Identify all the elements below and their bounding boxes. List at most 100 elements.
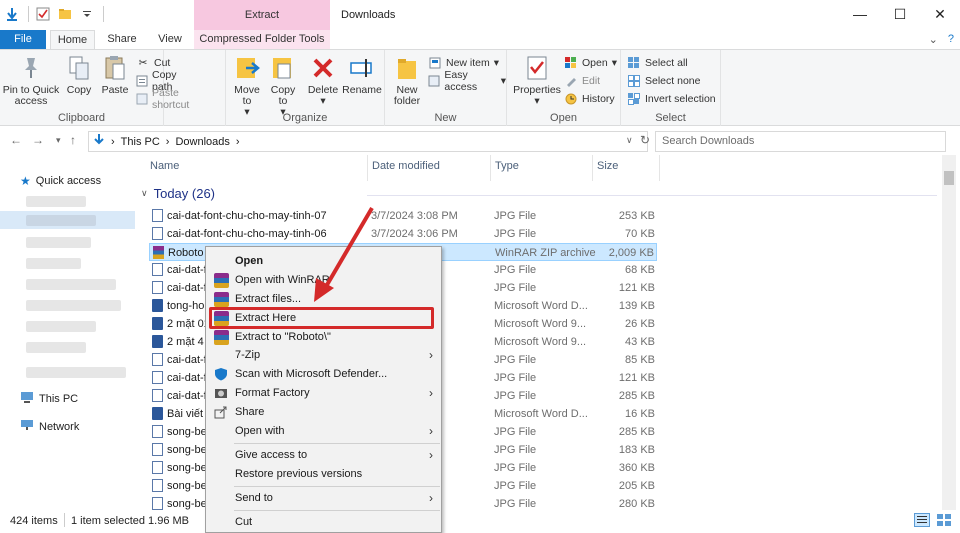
- select-all-label: Select all: [645, 57, 688, 69]
- file-size: 2,009 KB: [608, 247, 654, 259]
- menu-label: Open: [235, 255, 264, 267]
- address-bar[interactable]: › This PC › Downloads ›: [88, 131, 648, 152]
- easy-access-button[interactable]: Easy access ▾: [428, 69, 506, 93]
- table-row[interactable]: cai-dat-font-chu-cho-may-tinh-06 3/7/2024…: [149, 225, 657, 243]
- tab-view[interactable]: View: [148, 30, 192, 49]
- details-view-icon[interactable]: [914, 513, 930, 530]
- scrollbar-thumb[interactable]: [944, 171, 954, 185]
- properties-button[interactable]: Properties ▾: [513, 54, 561, 107]
- rename-button[interactable]: Rename: [342, 54, 382, 96]
- customize-dropdown-icon[interactable]: [79, 6, 95, 22]
- submenu-arrow-icon: ›: [429, 448, 433, 462]
- group-header-today[interactable]: ∨ Today (26): [141, 186, 215, 201]
- properties-check-icon[interactable]: [35, 6, 51, 22]
- item-count: 424 items: [10, 515, 58, 527]
- address-dropdown-icon[interactable]: ∨: [626, 135, 633, 146]
- vertical-scrollbar[interactable]: [942, 155, 956, 510]
- file-type: Microsoft Word 9...: [494, 336, 587, 348]
- file-type: JPG File: [494, 264, 537, 276]
- select-all-button[interactable]: Select all: [627, 55, 688, 71]
- refresh-icon[interactable]: ↻: [640, 133, 650, 147]
- folder-down-arrow-icon[interactable]: [4, 6, 20, 22]
- recent-dropdown-icon[interactable]: ▾: [56, 135, 61, 146]
- column-header-type[interactable]: Type: [495, 160, 519, 172]
- nav-this-pc[interactable]: This PC: [20, 391, 78, 406]
- back-arrow-icon[interactable]: ←: [10, 133, 22, 147]
- open-button[interactable]: Open ▾: [564, 55, 617, 71]
- tab-file[interactable]: File: [0, 30, 46, 49]
- winrar-icon: [214, 330, 229, 345]
- column-header-date[interactable]: Date modified: [372, 160, 440, 172]
- tab-share[interactable]: Share: [100, 30, 144, 49]
- breadcrumb-this-pc[interactable]: This PC: [121, 136, 160, 148]
- menu-item-open-with[interactable]: Open with ›: [206, 422, 441, 441]
- delete-button[interactable]: Delete ▾: [306, 54, 340, 107]
- file-date: 3/7/2024 3:08 PM: [371, 210, 458, 222]
- copy-label: Copy: [66, 84, 92, 96]
- menu-item-defender[interactable]: Scan with Microsoft Defender...: [206, 365, 441, 384]
- maximize-button[interactable]: ☐: [880, 0, 920, 28]
- collapse-ribbon-icon[interactable]: ⌄: [929, 33, 938, 46]
- menu-item-format-factory[interactable]: Format Factory ›: [206, 384, 441, 403]
- downloads-location-icon: [93, 134, 105, 149]
- search-input[interactable]: Search Downloads: [655, 131, 946, 152]
- menu-item-send-to[interactable]: Send to ›: [206, 489, 441, 508]
- properties-icon: [524, 54, 550, 82]
- file-type: Microsoft Word D...: [494, 300, 588, 312]
- tab-compressed-folder-tools[interactable]: Compressed Folder Tools: [194, 30, 330, 49]
- edit-button[interactable]: Edit: [564, 73, 600, 89]
- share-icon: [214, 405, 229, 420]
- menu-item-share[interactable]: Share: [206, 403, 441, 422]
- select-none-button[interactable]: Select none: [627, 73, 700, 89]
- chevron-down-icon: ∨: [141, 188, 148, 198]
- menu-item-cut[interactable]: Cut: [206, 513, 441, 532]
- word-doc-icon: [152, 407, 163, 420]
- nav-network[interactable]: Network: [20, 419, 79, 434]
- file-size: 285 KB: [618, 426, 655, 438]
- pin-quick-access-button[interactable]: Pin to Quick access: [2, 54, 60, 107]
- close-button[interactable]: ✕: [920, 0, 960, 28]
- file-type: JPG File: [494, 498, 537, 510]
- table-row[interactable]: cai-dat-font-chu-cho-may-tinh-07 3/7/2024…: [149, 207, 657, 225]
- paste-icon: [102, 54, 128, 82]
- blurred-nav-item: [26, 321, 96, 332]
- organize-label: Organize: [282, 112, 328, 124]
- column-header-name[interactable]: Name: [150, 160, 179, 172]
- history-button[interactable]: History: [564, 91, 615, 107]
- nav-quick-access[interactable]: ★ Quick access: [20, 174, 101, 188]
- file-type: JPG File: [494, 462, 537, 474]
- column-header-size[interactable]: Size: [597, 160, 618, 172]
- forward-arrow-icon[interactable]: →: [32, 133, 44, 147]
- breadcrumb-downloads[interactable]: Downloads: [175, 136, 229, 148]
- copy-to-icon: [270, 54, 296, 82]
- extract-context-header: Extract: [194, 0, 330, 30]
- move-to-button[interactable]: Move to ▾: [230, 54, 264, 118]
- submenu-arrow-icon: ›: [429, 348, 433, 362]
- window-controls: — ☐ ✕: [840, 0, 960, 28]
- copy-to-button[interactable]: Copy to ▾: [266, 54, 300, 118]
- new-label: New: [434, 112, 457, 124]
- paste-button[interactable]: Paste: [98, 54, 132, 96]
- file-size: 16 KB: [625, 408, 655, 420]
- new-folder-icon[interactable]: [57, 6, 73, 22]
- select-none-icon: [627, 74, 641, 88]
- invert-selection-button[interactable]: Invert selection: [627, 91, 716, 107]
- menu-item-extract-to[interactable]: Extract to "Roboto\": [206, 328, 441, 347]
- large-icons-view-icon[interactable]: [936, 513, 952, 530]
- invert-selection-icon: [627, 92, 641, 106]
- copy-button[interactable]: Copy: [62, 54, 96, 96]
- menu-item-7zip[interactable]: 7-Zip ›: [206, 346, 441, 365]
- new-folder-button[interactable]: New folder: [389, 54, 425, 107]
- menu-item-restore[interactable]: Restore previous versions: [206, 465, 441, 484]
- image-file-icon: [152, 497, 163, 510]
- minimize-button[interactable]: —: [840, 0, 880, 28]
- file-size: 121 KB: [618, 372, 655, 384]
- menu-label: Give access to: [235, 449, 308, 461]
- menu-item-give-access[interactable]: Give access to ›: [206, 446, 441, 465]
- help-icon[interactable]: ?: [948, 33, 954, 46]
- up-arrow-icon[interactable]: ↑: [70, 133, 76, 147]
- tab-home[interactable]: Home: [50, 30, 95, 49]
- file-size: 121 KB: [618, 282, 655, 294]
- paste-shortcut-button[interactable]: Paste shortcut: [136, 87, 191, 111]
- blurred-nav-item: [26, 258, 81, 269]
